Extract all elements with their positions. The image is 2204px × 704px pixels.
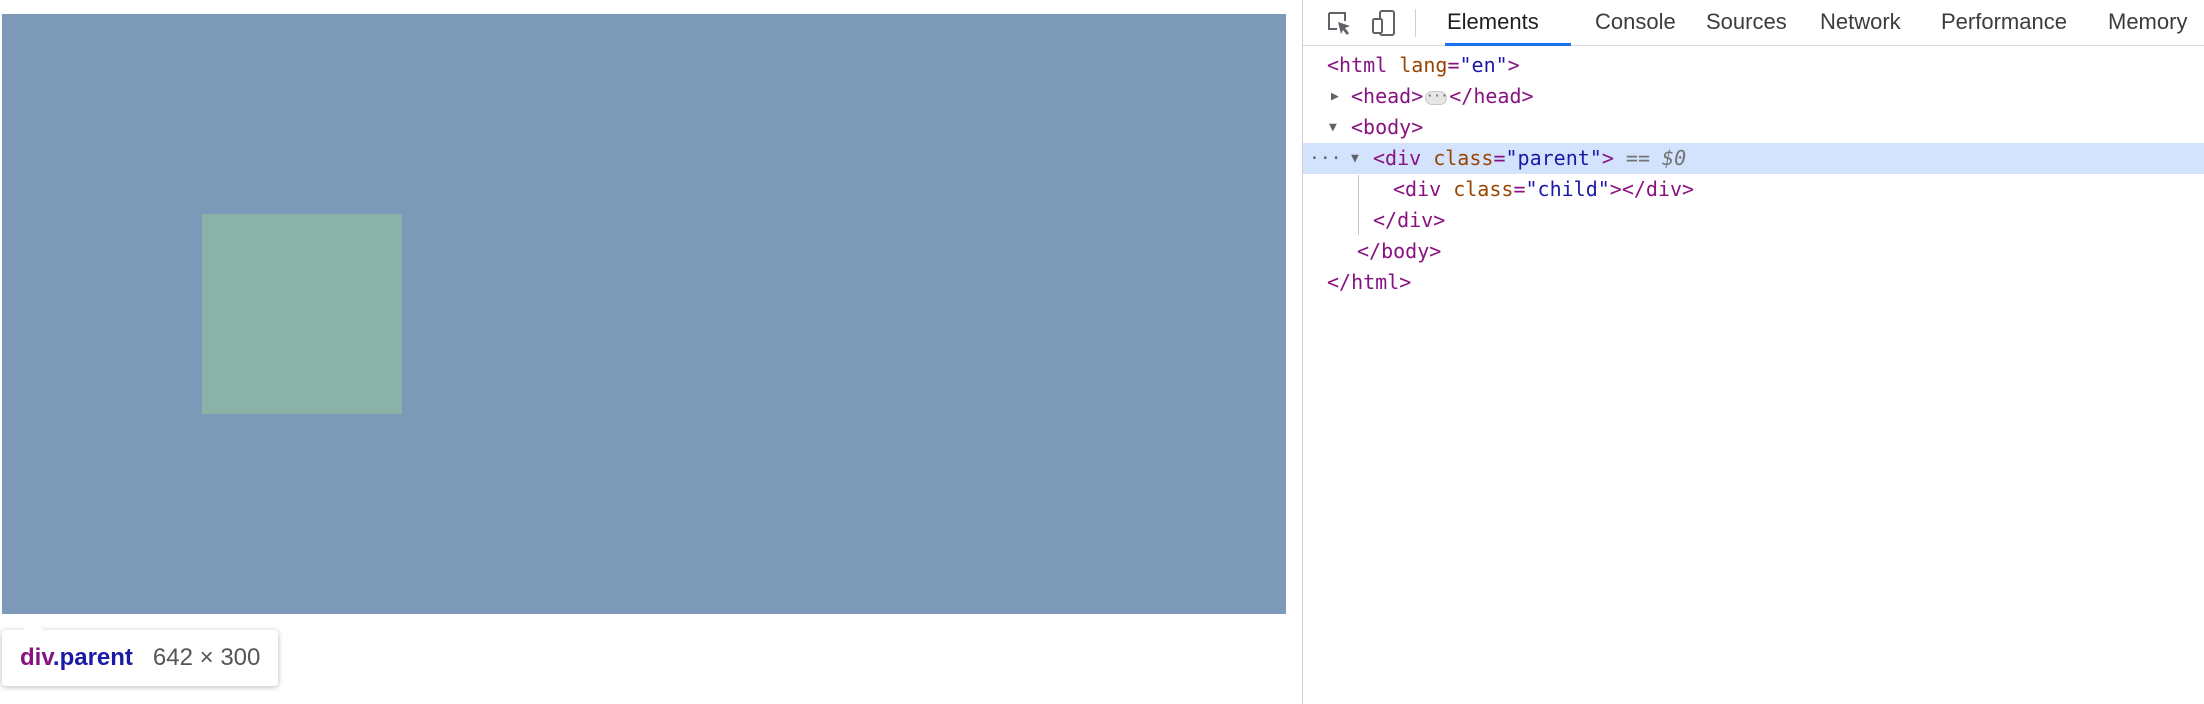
html-lang-attribute: lang [1399,53,1448,77]
child-div[interactable] [202,214,402,414]
tab-network-label: Network [1820,9,1901,34]
tab-sources[interactable]: Sources [1706,0,1787,46]
dom-node-head[interactable]: ▶ <head> ···</head> [1303,81,2204,112]
child-class-attribute: class [1453,177,1514,201]
parent-div-highlight[interactable] [2,14,1286,614]
dom-tree: <html lang="en"> ▶ <head> ···</head> ▼ <b… [1303,50,2204,298]
child-open-tag: <div [1393,177,1442,201]
tab-memory[interactable]: Memory [2108,0,2187,46]
tab-sources-label: Sources [1706,9,1787,34]
expand-triangle-icon[interactable]: ▶ [1331,81,1339,112]
tab-console-label: Console [1595,9,1676,34]
child-class-value: "child" [1525,177,1610,201]
head-close-tag: </head> [1449,84,1534,108]
collapse-triangle-icon[interactable]: ▼ [1329,112,1337,143]
devtools-toolbar: Elements Console Sources Network Perform… [1303,0,2204,46]
child-close-tag: </div> [1621,177,1695,201]
tab-memory-label: Memory [2108,9,2188,34]
device-toolbar-icon[interactable] [1367,6,1401,40]
devtools-panel: Elements Console Sources Network Perform… [1302,0,2204,704]
dom-node-body-close[interactable]: </body> [1303,236,2204,267]
parent-class-attribute: class [1433,146,1494,170]
tooltip-dimensions: 642 × 300 [152,644,261,671]
tooltip-selector: div.parent [20,644,133,672]
collapse-triangle-icon[interactable]: ▼ [1351,143,1359,174]
dom-node-parent-selected[interactable]: ··· ▼ <div class="parent"> == $0 [1303,143,2204,174]
tab-console[interactable]: Console [1595,0,1676,46]
head-open-tag: <head> [1351,84,1424,108]
tab-performance[interactable]: Performance [1941,0,2067,46]
html-close-tag: </html> [1327,270,1412,294]
tab-elements[interactable]: Elements [1445,0,1571,46]
tooltip-class-name: .parent [52,644,133,671]
tooltip-arrow [22,620,44,631]
tab-elements-label: Elements [1447,9,1539,34]
dom-node-html[interactable]: <html lang="en"> [1303,50,2204,81]
dom-node-parent-close[interactable]: </div> [1303,205,2204,236]
html-lang-value: "en" [1459,53,1508,77]
tab-network[interactable]: Network [1820,0,1901,46]
collapsed-ellipsis-icon[interactable]: ··· [1425,90,1448,105]
parent-open-tag: <div [1373,146,1422,170]
tooltip-tag-name: div [20,644,53,671]
tab-performance-label: Performance [1941,9,2067,34]
html-open-tag: <html [1327,53,1388,77]
parent-class-value: "parent" [1505,146,1602,170]
inspect-element-icon[interactable] [1322,6,1356,40]
parent-close-tag: </div> [1373,208,1446,232]
body-open-tag: <body> [1351,115,1424,139]
dom-node-body[interactable]: ▼ <body> [1303,112,2204,143]
dom-node-html-close[interactable]: </html> [1303,267,2204,298]
more-actions-icon[interactable]: ··· [1309,143,1342,174]
selected-node-marker: == $0 [1625,146,1687,170]
dom-node-child[interactable]: <div class="child"></div> [1303,174,2204,205]
page-viewport: div.parent 642 × 300 [0,0,1302,704]
element-info-tooltip: div.parent 642 × 300 [2,620,279,686]
tree-guide-line [1358,175,1359,235]
toolbar-divider [1415,9,1416,37]
body-close-tag: </body> [1357,239,1442,263]
